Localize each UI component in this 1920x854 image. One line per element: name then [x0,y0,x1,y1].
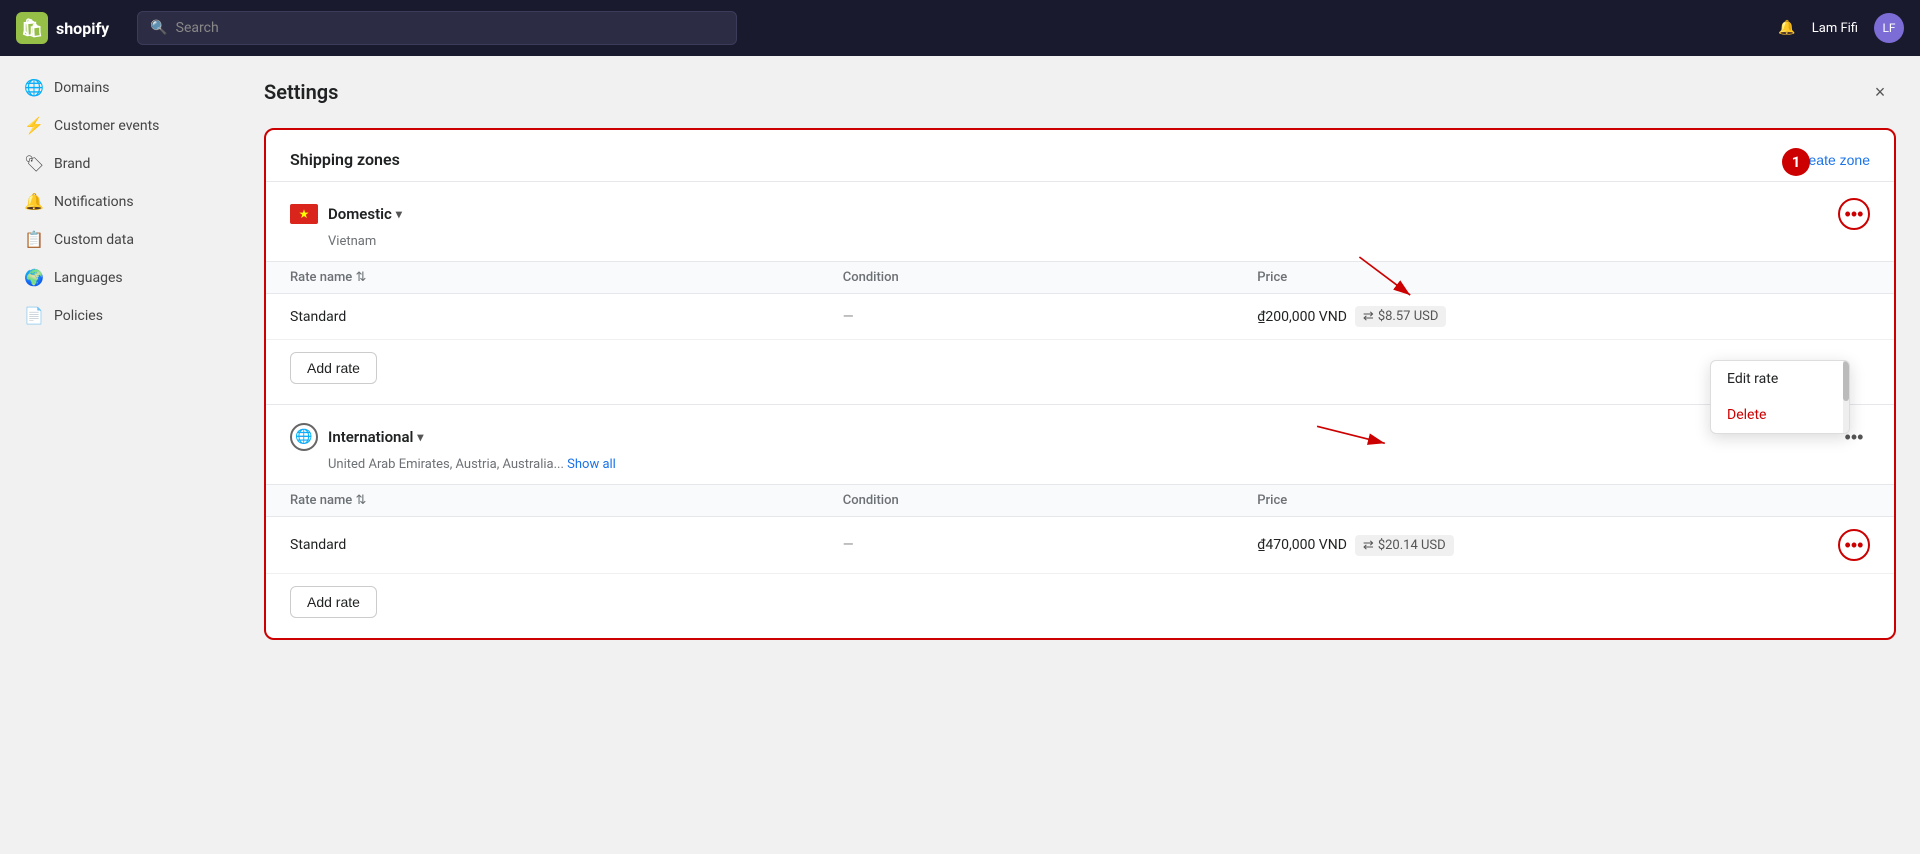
vietnam-flag [290,204,318,224]
domestic-rate-name: Standard [290,309,843,325]
domestic-rate-table-header: Rate name ⇅ Condition Price [266,261,1894,294]
logo-text: shopify [56,19,109,38]
custom-data-icon: 📋 [24,230,44,249]
intl-actions-header [1810,493,1870,508]
sidebar-label-languages: Languages [54,270,123,286]
rate-name-sort-icon: ⇅ [355,270,366,285]
sidebar-item-domains[interactable]: 🌐 Domains [8,69,232,106]
page-wrapper: 🌐 Domains ⚡ Customer events 🏷 Brand 🔔 No… [0,56,1920,854]
sidebar: 🌐 Domains ⚡ Customer events 🏷 Brand 🔔 No… [0,56,240,854]
search-placeholder: Search [176,20,219,36]
sidebar-item-customer-events[interactable]: ⚡ Customer events [8,107,232,144]
sidebar-label-notifications: Notifications [54,194,134,210]
domestic-zone: Domestic ▾ 1 ••• Vietnam Rate name [266,181,1894,404]
currency-convert-icon: ⇄ [1363,309,1374,324]
intl-price-header: Price [1257,493,1810,508]
shipping-zones-card: Shipping zones Create zone Domestic ▾ [264,128,1896,640]
domestic-more-area: 1 ••• [1838,198,1870,230]
intl-rate-actions: ••• [1810,529,1870,561]
sidebar-label-domains: Domains [54,80,109,96]
card-title: Shipping zones [290,150,400,169]
international-add-rate-button[interactable]: Add rate [290,586,377,618]
avatar: LF [1874,13,1904,43]
customer-events-icon: ⚡ [24,116,44,135]
brand-icon: 🏷 [24,154,44,173]
intl-condition-header: Condition [843,493,1258,508]
domestic-condition-header: Condition [843,270,1258,285]
sidebar-label-brand: Brand [54,156,90,172]
languages-icon: 🌍 [24,268,44,287]
main-content: Settings × Shipping zones Create zon [240,56,1920,854]
domestic-rate-row: Standard — ₫200,000 VND ⇄ $8.57 USD [266,294,1894,340]
search-bar[interactable]: 🔍 Search [137,11,737,45]
card-header: Shipping zones Create zone [266,130,1894,181]
logo-icon: 🛍 [16,12,48,44]
international-add-rate-row: Add rate [266,574,1894,638]
sidebar-label-custom-data: Custom data [54,232,134,248]
topbar: 🛍 shopify 🔍 Search 🔔 Lam Fifi LF [0,0,1920,56]
intl-price-converted: ⇄ $20.14 USD [1355,535,1454,556]
edit-rate-item[interactable]: Edit rate [1711,361,1841,397]
intl-rate-condition: — [843,537,1258,553]
domestic-zone-label: Domestic ▾ [328,205,402,223]
intl-rate-name-header: Rate name ⇅ [290,493,843,508]
domestic-zone-name-row: Domestic ▾ [290,204,402,224]
domestic-zone-header: Domestic ▾ 1 ••• [266,182,1894,234]
domestic-rate-price: ₫200,000 VND ⇄ $8.57 USD [1257,306,1810,327]
topbar-right: 🔔 Lam Fifi LF [1778,13,1904,43]
notification-icon[interactable]: 🔔 [1778,20,1795,36]
user-name: Lam Fifi [1812,21,1858,36]
domestic-more-button[interactable]: ••• [1838,198,1870,230]
intl-rate-price: ₫470,000 VND ⇄ $20.14 USD [1257,535,1810,556]
delete-rate-item[interactable]: Delete [1711,397,1841,433]
sidebar-item-policies[interactable]: 📄 Policies [8,297,232,334]
sidebar-item-custom-data[interactable]: 📋 Custom data [8,221,232,258]
globe-icon: 🌐 [290,423,318,451]
domestic-actions-header [1810,270,1870,285]
rate-dropdown-popup: Edit rate Delete 2 [1710,360,1850,434]
policies-icon: 📄 [24,306,44,325]
sidebar-item-notifications[interactable]: 🔔 Notifications [8,183,232,220]
sidebar-item-languages[interactable]: 🌍 Languages [8,259,232,296]
domains-icon: 🌐 [24,78,44,97]
sidebar-label-customer-events: Customer events [54,118,159,134]
notifications-icon: 🔔 [24,192,44,211]
domestic-countries: Vietnam [266,234,1894,261]
domestic-rate-condition: — [843,309,1258,325]
international-zone-label: International ▾ [328,428,423,446]
international-rate-row: Standard — ₫470,000 VND ⇄ $20.14 USD ••• [266,517,1894,574]
domestic-price-converted: ⇄ $8.57 USD [1355,306,1446,327]
page-title: Settings [264,80,338,104]
international-zone: 🌐 International ▾ ••• United Arab Emirat… [266,404,1894,638]
domestic-rate-name-header: Rate name ⇅ [290,270,843,285]
domestic-price-header: Price [1257,270,1810,285]
sidebar-item-brand[interactable]: 🏷 Brand [8,145,232,182]
annotation-1: 1 [1782,148,1810,176]
international-zone-header: 🌐 International ▾ ••• [266,405,1894,457]
close-button[interactable]: × [1864,76,1896,108]
intl-rate-name: Standard [290,537,843,553]
intl-currency-convert-icon: ⇄ [1363,538,1374,553]
dropdown-scrollbar[interactable] [1843,361,1849,433]
domestic-chevron-icon: ▾ [396,207,402,221]
logo: 🛍 shopify [16,12,109,44]
international-zone-name-row: 🌐 International ▾ [290,423,423,451]
dropdown-scrollbar-thumb [1843,361,1849,401]
international-rate-table-header: Rate name ⇅ Condition Price [266,484,1894,517]
international-countries: United Arab Emirates, Austria, Australia… [266,457,1894,484]
search-icon: 🔍 [150,20,167,36]
show-all-link[interactable]: Show all [567,457,616,472]
intl-rate-more-button[interactable]: ••• [1838,529,1870,561]
international-chevron-icon: ▾ [417,430,423,444]
domestic-add-rate-row: Add rate [266,340,1894,404]
domestic-add-rate-button[interactable]: Add rate [290,352,377,384]
sidebar-label-policies: Policies [54,308,103,324]
intl-rate-name-sort-icon: ⇅ [355,493,366,508]
page-header: Settings × [264,76,1896,108]
